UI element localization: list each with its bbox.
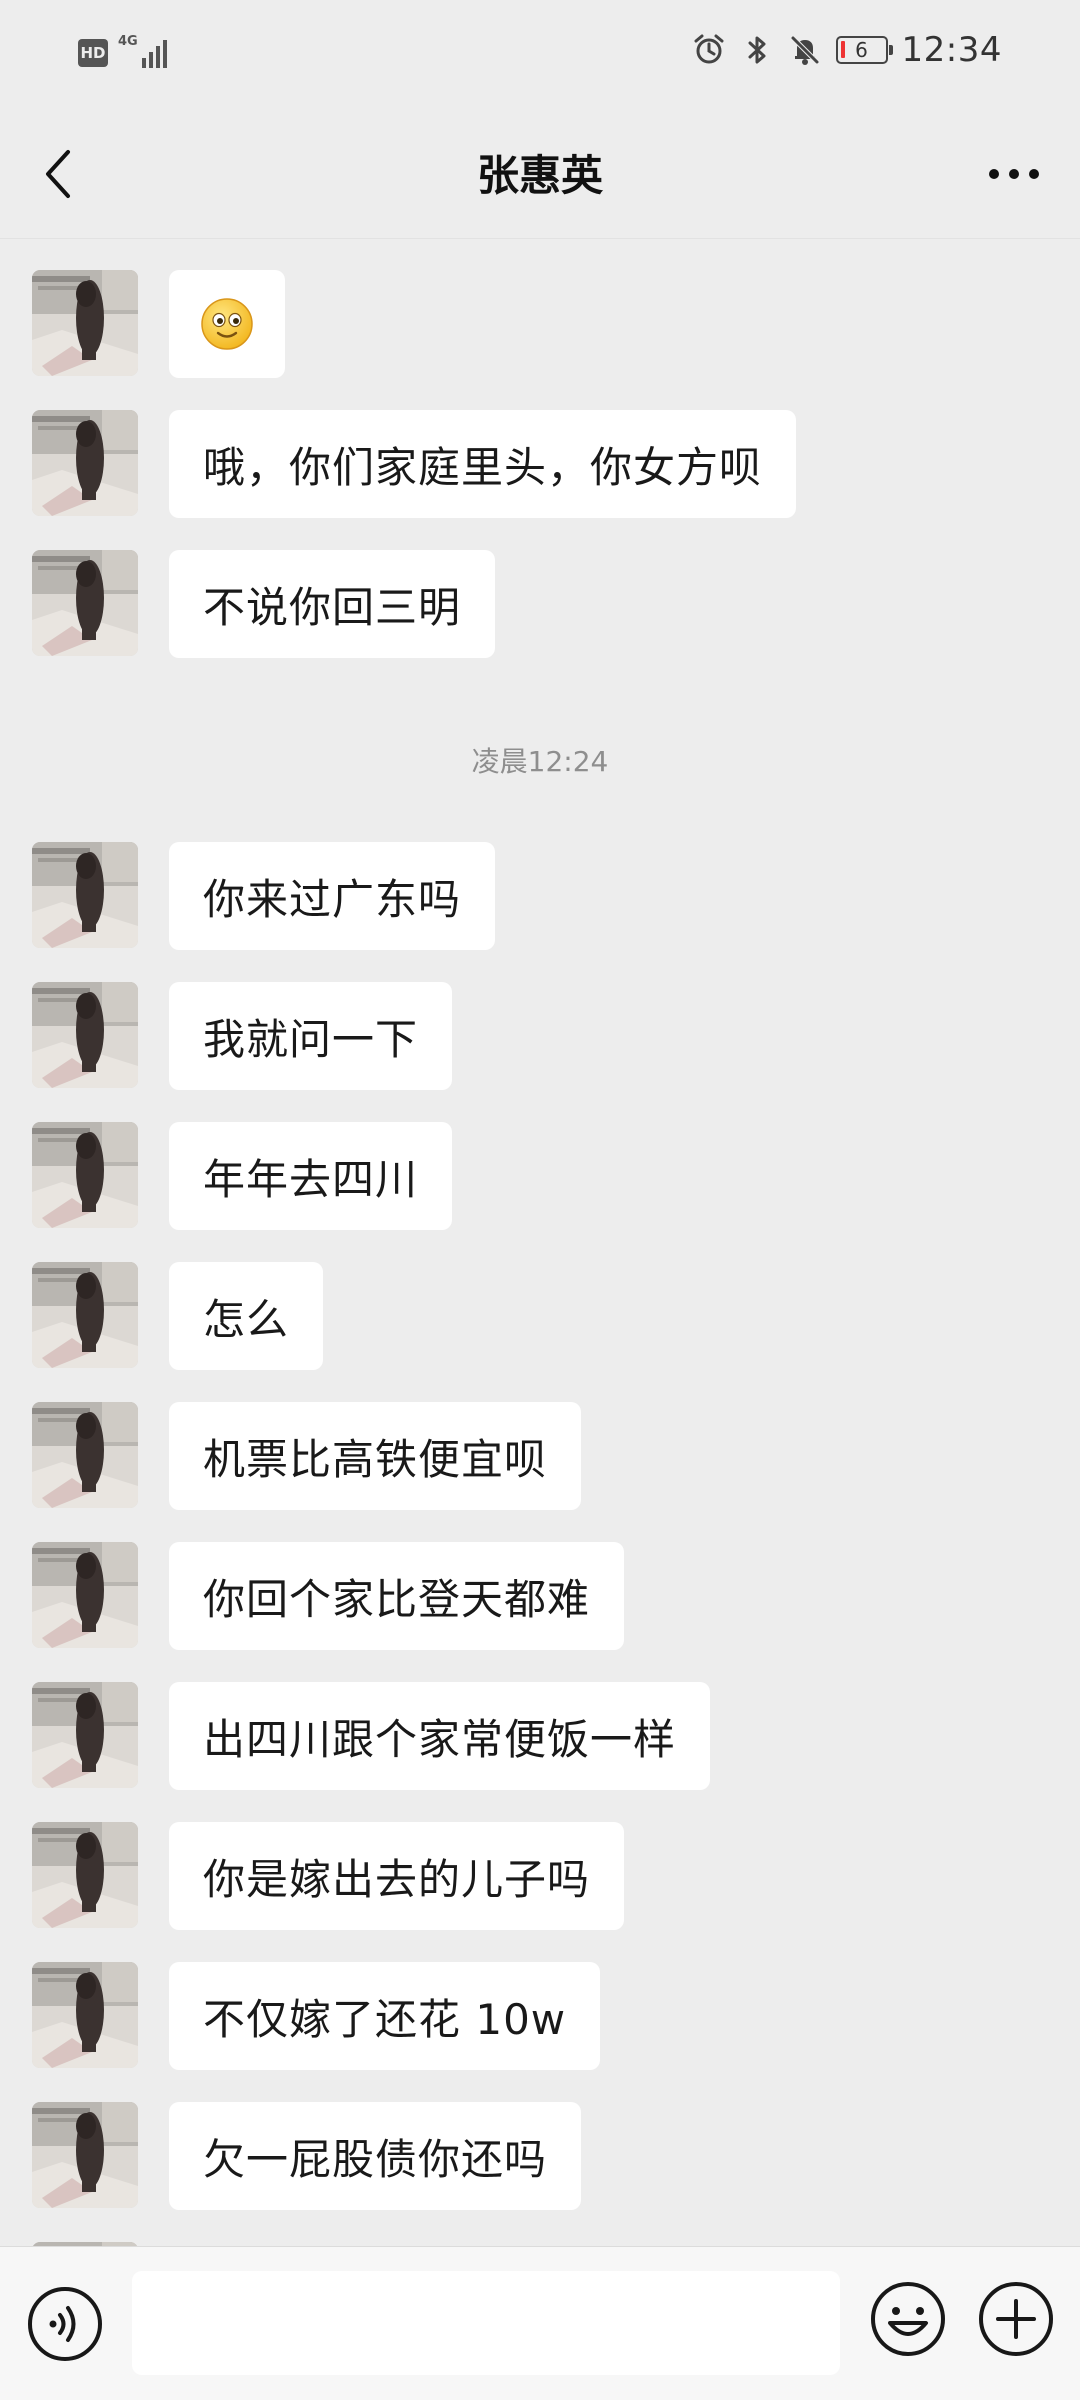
message-bubble[interactable]: 你回个家比登天都难 [169,1542,625,1650]
avatar-image [32,1822,138,1928]
message-bubble[interactable]: 不说你回三明 [169,550,496,658]
avatar[interactable] [32,2102,138,2208]
battery-icon: 6 [835,36,893,64]
avatar-image [32,1962,138,2068]
status-left: HD 4G [78,34,174,72]
plus-icon[interactable] [976,2279,1056,2359]
avatar[interactable] [32,1402,138,1508]
message-bubble[interactable]: 你是嫁出去的儿子吗 [169,1822,625,1930]
nav-bar: 张惠英 [0,106,1080,239]
message-bubble[interactable]: 你来过广东吗 [169,842,496,950]
chat-message-list[interactable]: 哦，你们家庭里头，你女方呗 不说你回三明 凌晨12:24 你来过广东吗 我就问一… [0,238,1080,2246]
message-row: 年年去四川 [0,1122,1080,1232]
avatar-image [32,842,138,948]
message-row: 你来过广东吗 [0,842,1080,952]
message-bubble[interactable]: 欠一屁股债你还吗 [169,2102,582,2210]
message-row: 你回个家比登天都难 [0,1542,1080,1652]
avatar-image [32,410,138,516]
avatar-image [32,1682,138,1788]
status-clock: 12:34 [901,30,1002,70]
message-row: 不仅嫁了还花 10w [0,1962,1080,2072]
avatar[interactable] [32,1962,138,2068]
more-dots-icon [989,169,1039,179]
voice-icon[interactable] [26,2285,104,2363]
avatar-image [32,1122,138,1228]
message-row: 你是嫁出去的儿子吗 [0,1822,1080,1932]
avatar-image [32,270,138,376]
avatar-image [32,1402,138,1508]
avatar-image [32,2102,138,2208]
message-row: 机票比高铁便宜呗 [0,1402,1080,1512]
more-button[interactable] [984,154,1044,194]
bluetooth-icon [748,36,766,64]
message-row: 我就问一下 [0,982,1080,1092]
message-bubble[interactable]: 我就问一下 [169,982,453,1090]
message-row: 怎么 [0,1262,1080,1372]
message-input[interactable] [132,2271,840,2375]
message-bubble[interactable]: 机票比高铁便宜呗 [169,1402,582,1510]
avatar[interactable] [32,1542,138,1648]
status-right: 6 12:34 [692,30,1002,70]
avatar-image [32,550,138,656]
timestamp-separator: 凌晨12:24 [471,745,609,778]
avatar[interactable] [32,550,138,656]
avatar[interactable] [32,1262,138,1368]
avatar[interactable] [32,270,138,376]
chat-title: 张惠英 [476,151,603,200]
message-bubble[interactable]: 哦，你们家庭里头，你女方呗 [169,410,797,518]
avatar[interactable] [32,1822,138,1928]
avatar-image [32,1542,138,1648]
message-row: 出四川跟个家常便饭一样 [0,1682,1080,1792]
message-row: 欠一屁股债你还吗 [0,2102,1080,2212]
avatar[interactable] [32,410,138,516]
avatar[interactable] [32,982,138,1088]
message-bubble[interactable]: 不仅嫁了还花 10w [169,1962,601,2070]
alarm-icon [694,34,724,64]
hd-badge: HD [78,39,108,67]
message-bubble[interactable]: 年年去四川 [169,1122,453,1230]
signal-icon: 4G [118,34,174,72]
message-row: 不说你回三明 [0,550,1080,660]
avatar[interactable] [32,1122,138,1228]
emoji-icon[interactable] [868,2279,948,2359]
message-bubble-emoji[interactable] [169,270,285,378]
avatar[interactable] [32,1682,138,1788]
input-bar [0,2246,1080,2400]
message-bubble[interactable]: 怎么 [169,1262,324,1370]
message-row [0,270,1080,380]
mute-icon [790,36,819,65]
signal-bars-icon [142,40,167,68]
avatar-image [32,1262,138,1368]
avatar-image [32,982,138,1088]
message-bubble[interactable]: 出四川跟个家常便饭一样 [169,1682,711,1790]
status-bar: HD 4G 6 12:34 [0,0,1080,106]
chat-screen: HD 4G 6 12:34 张惠英 哦，你们家庭里头，你女方呗 不说你回三明 凌… [0,0,1080,2400]
avatar[interactable] [32,842,138,948]
message-row: 哦，你们家庭里头，你女方呗 [0,410,1080,520]
smile-emoji-icon [201,298,253,350]
